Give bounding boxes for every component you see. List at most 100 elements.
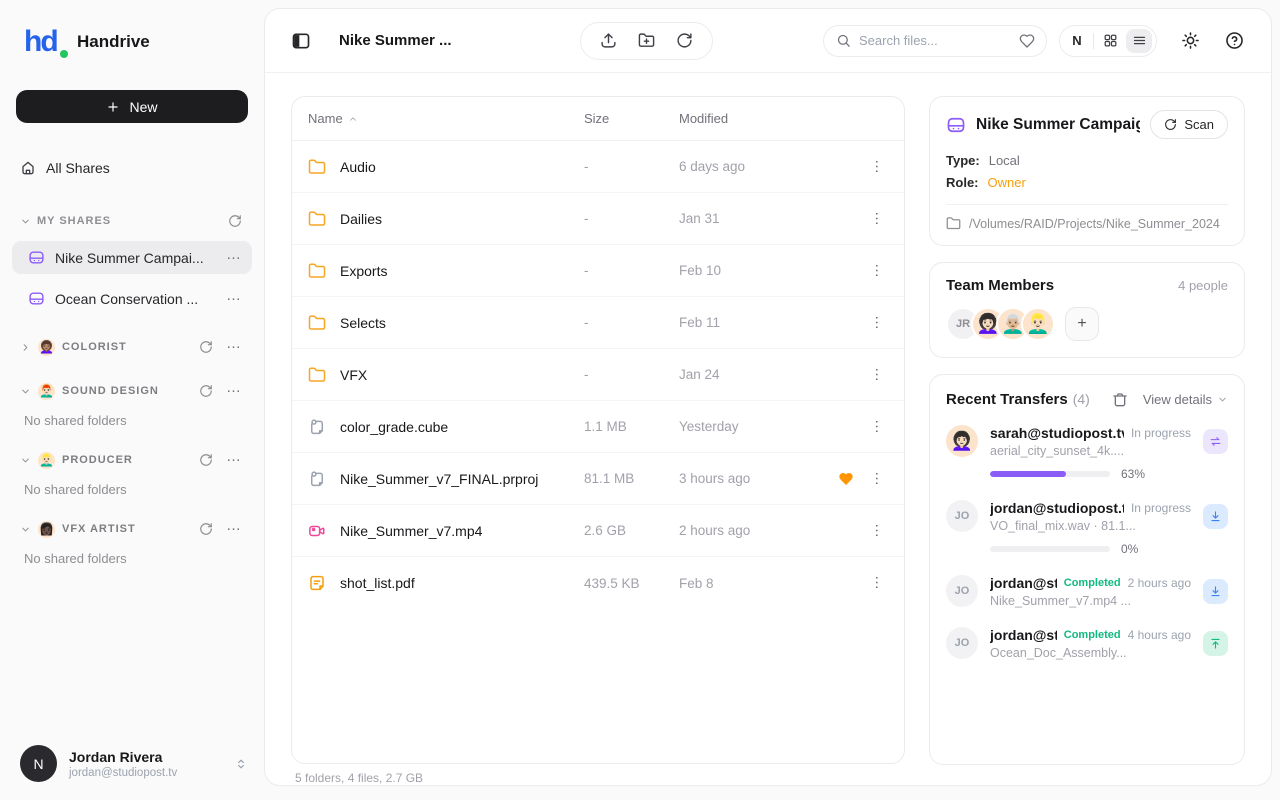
- row-menu-button[interactable]: …: [877, 471, 883, 487]
- view-details-dropdown[interactable]: View details: [1143, 392, 1228, 407]
- column-header-size[interactable]: Size: [584, 111, 679, 126]
- file-browser: Name Size Modified Audio - 6 days ago … …: [291, 96, 905, 785]
- transfer-item[interactable]: JO jordan@st... Completed 4 hours ago Oc…: [946, 627, 1228, 660]
- table-header: Name Size Modified: [292, 97, 904, 141]
- new-folder-icon[interactable]: [638, 32, 655, 49]
- table-row-selects[interactable]: Selects - Feb 11 …: [292, 297, 904, 349]
- help-button[interactable]: [1225, 31, 1245, 51]
- row-menu-button[interactable]: …: [877, 263, 883, 279]
- sidebar-item-all-shares[interactable]: All Shares: [8, 153, 256, 183]
- divider: [946, 204, 1228, 205]
- user-avatar: N: [20, 745, 57, 782]
- progress-bar: [990, 546, 1110, 552]
- table-row-audio[interactable]: Audio - 6 days ago …: [292, 141, 904, 193]
- group-menu-button[interactable]: …: [226, 523, 242, 529]
- table-row-shot-list-pdf[interactable]: shot_list.pdf 439.5 KB Feb 8 …: [292, 557, 904, 609]
- row-menu-button[interactable]: …: [877, 315, 883, 331]
- file-count-summary: 5 folders, 4 files, 2.7 GB: [291, 764, 905, 785]
- file-name: Selects: [340, 315, 386, 331]
- column-header-modified[interactable]: Modified: [679, 111, 824, 126]
- row-menu-button[interactable]: …: [877, 523, 883, 539]
- refresh-icon[interactable]: [676, 32, 693, 49]
- grid-icon: [1103, 33, 1118, 48]
- scan-button[interactable]: Scan: [1150, 110, 1228, 139]
- list-view-button[interactable]: [1126, 29, 1152, 53]
- row-menu-button[interactable]: …: [877, 159, 883, 175]
- table-row-color-grade-cube[interactable]: color_grade.cube 1.1 MB Yesterday …: [292, 401, 904, 453]
- sidebar-group-colorist[interactable]: 👩🏽‍🦱 COLORIST …: [8, 335, 256, 359]
- sidebar-item-nike-summer-campaign[interactable]: Nike Summer Campai... …: [12, 241, 252, 274]
- share-role-row: Role: Owner: [946, 172, 1228, 194]
- upload-icon[interactable]: [600, 32, 617, 49]
- row-menu-button[interactable]: …: [877, 211, 883, 227]
- sidebar-item-ocean-conservation[interactable]: Ocean Conservation ... …: [12, 282, 252, 315]
- table-row-nike-summer-prproj[interactable]: Nike_Summer_v7_FINAL.prproj 81.1 MB 3 ho…: [292, 453, 904, 505]
- table-row-dailies[interactable]: Dailies - Jan 31 …: [292, 193, 904, 245]
- sidebar-group-producer[interactable]: 👱🏻‍♂️ PRODUCER …: [8, 448, 256, 472]
- share-menu-button[interactable]: …: [226, 252, 242, 258]
- share-role-value: Owner: [988, 172, 1026, 194]
- refresh-icon[interactable]: [199, 340, 213, 354]
- row-menu-button[interactable]: …: [877, 419, 883, 435]
- row-menu-button[interactable]: …: [877, 367, 883, 383]
- download-transfer-icon: [1203, 579, 1228, 604]
- new-button[interactable]: New: [16, 90, 248, 123]
- upload-transfer-icon: [1203, 631, 1228, 656]
- share-menu-button[interactable]: …: [226, 293, 242, 299]
- table-row-vfx[interactable]: VFX - Jan 24 …: [292, 349, 904, 401]
- transfer-status-badge: Completed: [1064, 577, 1121, 589]
- search-bar[interactable]: [823, 25, 1047, 57]
- sidebar-group-sound-design[interactable]: 👨🏻‍🦰 SOUND DESIGN …: [8, 379, 256, 403]
- name-sort-button[interactable]: N: [1064, 29, 1090, 53]
- empty-folder-note: No shared folders: [24, 551, 264, 566]
- my-shares-section-header[interactable]: MY SHARES: [8, 209, 256, 233]
- favorite-heart-icon[interactable]: [838, 471, 854, 487]
- transfer-time: 4 hours ago: [1128, 628, 1191, 642]
- refresh-icon[interactable]: [228, 214, 242, 228]
- drive-icon: [946, 115, 966, 135]
- transfer-item[interactable]: JO jordan@studiopost.tv In progress VO_f…: [946, 500, 1228, 556]
- transfer-avatar: JO: [946, 627, 978, 659]
- transfer-item[interactable]: JO jordan@st... Completed 2 hours ago Ni…: [946, 575, 1228, 608]
- transfer-status-badge: Completed: [1064, 629, 1121, 641]
- grid-view-button[interactable]: [1097, 29, 1123, 53]
- sidebar-toggle-icon[interactable]: [291, 31, 311, 51]
- chevron-down-icon: [1217, 394, 1228, 405]
- share-info-card: Nike Summer Campaign Scan Type: Local Ro…: [929, 96, 1245, 246]
- add-member-button[interactable]: +: [1065, 307, 1099, 341]
- member-avatar-stack: JR 👩🏻‍🦱 👨🏼‍🦳 👱🏻‍♂️ +: [946, 307, 1228, 341]
- sidebar-group-vfx-artist[interactable]: 👩🏿 VFX ARTIST …: [8, 517, 256, 541]
- group-menu-button[interactable]: …: [226, 341, 242, 347]
- file-name: color_grade.cube: [340, 419, 448, 435]
- list-icon: [1132, 33, 1147, 48]
- transfer-status: In progress: [1131, 501, 1191, 515]
- file-name: Audio: [340, 159, 376, 175]
- favorites-filter-heart-icon[interactable]: [1019, 33, 1035, 49]
- progress-percent: 63%: [1121, 467, 1145, 481]
- group-menu-button[interactable]: …: [226, 454, 242, 460]
- search-input[interactable]: [859, 33, 1011, 48]
- transfers-count: (4): [1073, 391, 1090, 407]
- column-header-name[interactable]: Name: [308, 111, 584, 126]
- refresh-icon[interactable]: [199, 522, 213, 536]
- account-switcher[interactable]: N Jordan Rivera jordan@studiopost.tv: [0, 745, 264, 800]
- file-table: Name Size Modified Audio - 6 days ago … …: [291, 96, 905, 764]
- file-name: Nike_Summer_v7_FINAL.prproj: [340, 471, 538, 487]
- refresh-icon[interactable]: [199, 384, 213, 398]
- folder-icon: [308, 210, 326, 228]
- table-row-nike-summer-mp4[interactable]: Nike_Summer_v7.mp4 2.6 GB 2 hours ago …: [292, 505, 904, 557]
- sync-transfer-icon: [1203, 429, 1228, 454]
- transfer-email: jordan@st...: [990, 627, 1057, 643]
- refresh-icon[interactable]: [199, 453, 213, 467]
- clear-transfers-trash-icon[interactable]: [1112, 392, 1128, 408]
- online-status-dot: [60, 50, 68, 58]
- transfer-item[interactable]: 👩🏻‍🦱 sarah@studiopost.tv In progress aer…: [946, 425, 1228, 481]
- chevrons-up-down-icon: [234, 757, 248, 771]
- table-row-exports[interactable]: Exports - Feb 10 …: [292, 245, 904, 297]
- theme-toggle-button[interactable]: [1181, 31, 1201, 51]
- folder-icon: [308, 314, 326, 332]
- transfer-email: jordan@studiopost.tv: [990, 500, 1124, 516]
- row-menu-button[interactable]: …: [877, 575, 883, 591]
- group-menu-button[interactable]: …: [226, 385, 242, 391]
- member-avatar[interactable]: 👱🏻‍♂️: [1021, 307, 1055, 341]
